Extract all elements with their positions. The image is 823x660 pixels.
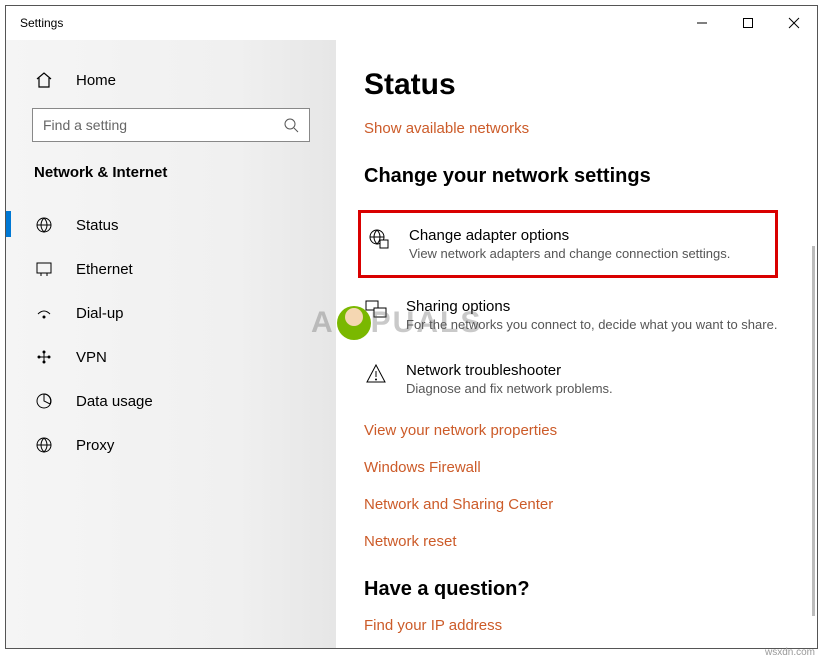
option-subtitle: Diagnose and fix network problems. <box>406 381 613 396</box>
search-wrap <box>6 108 336 164</box>
network-sharing-center-link[interactable]: Network and Sharing Center <box>364 496 817 513</box>
maximize-button[interactable] <box>725 6 771 40</box>
option-title: Sharing options <box>406 298 777 315</box>
option-subtitle: View network adapters and change connect… <box>409 246 730 261</box>
show-networks-link[interactable]: Show available networks <box>364 120 817 137</box>
find-ip-link[interactable]: Find your IP address <box>364 617 817 634</box>
nav-item-proxy[interactable]: Proxy <box>6 423 336 467</box>
option-title: Change adapter options <box>409 227 730 244</box>
windows-firewall-link[interactable]: Windows Firewall <box>364 459 817 476</box>
home-icon <box>34 70 56 90</box>
minimize-button[interactable] <box>679 6 725 40</box>
view-properties-link[interactable]: View your network properties <box>364 422 817 439</box>
network-reset-link[interactable]: Network reset <box>364 533 817 550</box>
ethernet-icon <box>34 259 56 279</box>
data-usage-icon <box>34 391 56 411</box>
option-title: Network troubleshooter <box>406 362 613 379</box>
sharing-icon <box>364 298 390 322</box>
nav-item-datausage[interactable]: Data usage <box>6 379 336 423</box>
option-subtitle: For the networks you connect to, decide … <box>406 317 777 332</box>
home-label: Home <box>76 72 116 89</box>
option-text: Change adapter options View network adap… <box>409 227 730 261</box>
nav-item-dialup[interactable]: Dial-up <box>6 291 336 335</box>
nav-label: Data usage <box>76 393 153 410</box>
window-body: Home Network & Internet Status <box>6 40 817 648</box>
nav-label: Ethernet <box>76 261 133 278</box>
nav-item-vpn[interactable]: VPN <box>6 335 336 379</box>
nav-item-status[interactable]: Status <box>6 203 336 247</box>
network-troubleshooter[interactable]: Network troubleshooter Diagnose and fix … <box>364 358 817 400</box>
nav-item-ethernet[interactable]: Ethernet <box>6 247 336 291</box>
search-input[interactable] <box>43 117 261 133</box>
dialup-icon <box>34 303 56 323</box>
status-icon <box>34 215 56 235</box>
nav-label: Dial-up <box>76 305 124 322</box>
search-box[interactable] <box>32 108 310 142</box>
nav-label: Proxy <box>76 437 114 454</box>
question-heading: Have a question? <box>364 578 817 601</box>
sidebar: Home Network & Internet Status <box>6 40 336 648</box>
window-title: Settings <box>20 16 63 30</box>
troubleshoot-icon <box>364 362 390 386</box>
search-icon <box>283 117 299 133</box>
attribution: wsxdn.com <box>765 647 815 658</box>
nav-list: Status Ethernet Dial-up <box>6 203 336 467</box>
change-adapter-options[interactable]: Change adapter options View network adap… <box>358 210 778 278</box>
sharing-options[interactable]: Sharing options For the networks you con… <box>364 294 817 336</box>
option-text: Sharing options For the networks you con… <box>406 298 777 332</box>
window-controls <box>679 6 817 40</box>
proxy-icon <box>34 435 56 455</box>
change-settings-heading: Change your network settings <box>364 165 817 188</box>
main-content: Status Show available networks Change yo… <box>336 40 817 648</box>
settings-window: Settings Home <box>5 5 818 649</box>
close-button[interactable] <box>771 6 817 40</box>
nav-label: VPN <box>76 349 107 366</box>
option-text: Network troubleshooter Diagnose and fix … <box>406 362 613 396</box>
scrollbar[interactable] <box>812 246 815 616</box>
vpn-icon <box>34 347 56 367</box>
titlebar: Settings <box>6 6 817 40</box>
adapter-icon <box>367 227 393 251</box>
category-heading: Network & Internet <box>6 164 336 203</box>
home-button[interactable]: Home <box>6 70 336 108</box>
nav-label: Status <box>76 217 119 234</box>
page-title: Status <box>364 68 817 102</box>
